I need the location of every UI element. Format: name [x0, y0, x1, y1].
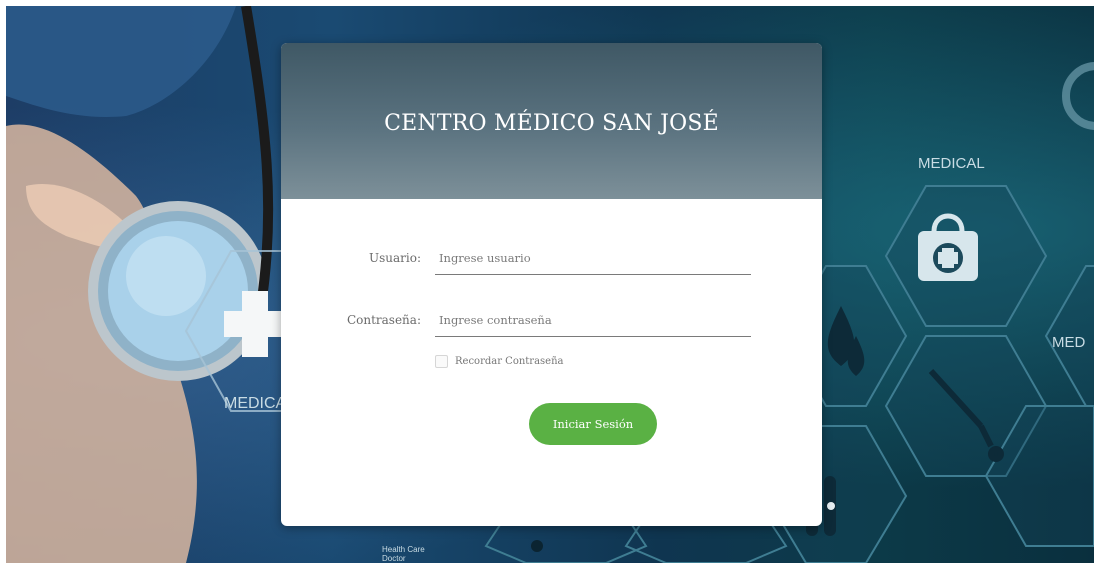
page-title: CENTRO MÉDICO SAN JOSÉ	[384, 110, 719, 136]
username-input[interactable]	[435, 241, 751, 275]
remember-label: Recordar Contraseña	[455, 356, 564, 367]
remember-password[interactable]: Recordar Contraseña	[435, 355, 564, 368]
background-label-right: MEDICAL	[918, 155, 985, 172]
login-card: CENTRO MÉDICO SAN JOSÉ Usuario: Contrase…	[281, 43, 822, 526]
caption-line-1: Health Care	[382, 545, 425, 554]
password-label: Contraseña:	[346, 313, 421, 327]
username-label: Usuario:	[369, 251, 421, 265]
login-button[interactable]: Iniciar Sesión	[529, 403, 657, 445]
sleeve-shape	[6, 6, 236, 117]
username-row: Usuario:	[281, 241, 822, 281]
login-header: CENTRO MÉDICO SAN JOSÉ	[281, 43, 822, 199]
remember-checkbox[interactable]	[435, 355, 448, 368]
background-label-left: MEDICA	[224, 395, 287, 412]
caption-line-2: Doctor	[382, 554, 406, 563]
password-row: Contraseña:	[281, 303, 822, 343]
password-input[interactable]	[435, 303, 751, 337]
ring-icon	[1062, 62, 1094, 130]
background-label-edge: MED	[1052, 334, 1086, 351]
node-dot	[531, 540, 543, 552]
